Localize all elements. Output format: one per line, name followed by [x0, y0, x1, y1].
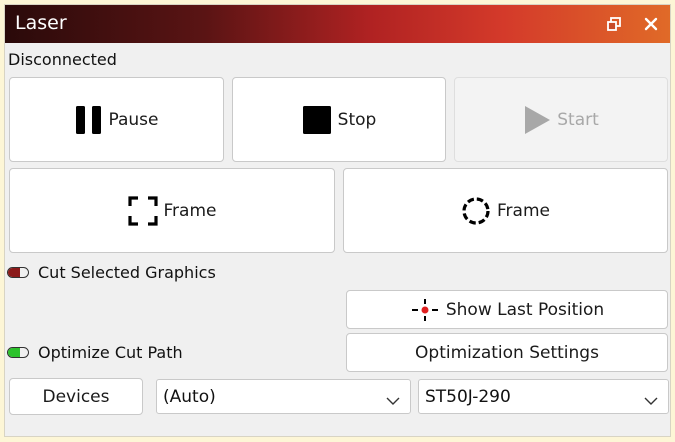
pause-label: Pause — [108, 109, 159, 130]
play-icon — [523, 105, 551, 135]
restore-window-icon[interactable] — [603, 13, 625, 35]
frame-circle-icon — [461, 196, 491, 226]
cut-selected-toggle[interactable] — [7, 267, 29, 278]
cut-selected-label: Cut Selected Graphics — [38, 263, 216, 282]
frame-rectangle-label: Frame — [163, 200, 217, 221]
start-label: Start — [557, 109, 599, 130]
chevron-down-icon — [644, 391, 658, 411]
window-title: Laser — [15, 12, 67, 34]
stop-button[interactable]: Stop — [232, 77, 446, 162]
frame-rectangle-icon — [127, 195, 158, 226]
title-bar: Laser — [5, 5, 670, 43]
port-select[interactable]: (Auto) — [156, 379, 411, 414]
port-value: (Auto) — [163, 386, 216, 407]
laser-panel: Laser Disconnected Pause Stop Start Fram… — [4, 4, 671, 437]
stop-label: Stop — [337, 109, 377, 130]
devices-label: Devices — [42, 386, 110, 407]
cut-selected-row: Cut Selected Graphics — [7, 263, 216, 282]
stop-icon — [302, 105, 332, 135]
device-select[interactable]: ST50J-290 — [418, 379, 669, 414]
optimization-settings-button[interactable]: Optimization Settings — [346, 333, 668, 372]
connection-status: Disconnected — [8, 50, 117, 69]
frame-circle-button[interactable]: Frame — [343, 168, 668, 253]
close-icon[interactable] — [640, 13, 662, 35]
frame-rectangle-button[interactable]: Frame — [9, 168, 335, 253]
optimize-toggle[interactable] — [7, 347, 29, 358]
chevron-down-icon — [386, 391, 400, 411]
start-button[interactable]: Start — [454, 77, 668, 162]
optimization-settings-label: Optimization Settings — [415, 342, 599, 363]
crosshair-icon — [410, 298, 440, 322]
show-last-position-label: Show Last Position — [445, 299, 605, 320]
optimize-row: Optimize Cut Path — [7, 343, 183, 362]
optimize-label: Optimize Cut Path — [38, 343, 183, 362]
show-last-position-button[interactable]: Show Last Position — [346, 290, 668, 329]
devices-button[interactable]: Devices — [9, 378, 143, 415]
frame-circle-label: Frame — [497, 200, 550, 221]
device-value: ST50J-290 — [425, 386, 511, 407]
pause-button[interactable]: Pause — [9, 77, 224, 162]
pause-icon — [75, 105, 103, 135]
